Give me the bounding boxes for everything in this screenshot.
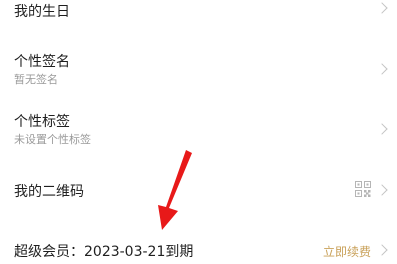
birthday-label: 我的生日 <box>14 4 70 20</box>
qr-code-icon <box>355 181 371 197</box>
profile-settings-list: 我的生日 个性签名 暂无签名 个性标签 未设置个性标签 我的二维码 超级会员：2… <box>0 0 397 264</box>
signature-value: 暂无签名 <box>14 73 58 86</box>
chevron-right-icon <box>376 184 388 196</box>
vip-expiry-label: 超级会员：2023-03-21到期 <box>14 244 194 260</box>
tags-value: 未设置个性标签 <box>14 133 91 146</box>
row-signature[interactable]: 个性签名 暂无签名 <box>0 44 397 94</box>
row-tags[interactable]: 个性标签 未设置个性标签 <box>0 104 397 154</box>
renew-button[interactable]: 立即续费 <box>323 243 371 260</box>
chevron-right-icon <box>376 123 388 135</box>
row-birthday[interactable]: 我的生日 <box>0 0 397 26</box>
chevron-right-icon <box>376 244 388 256</box>
row-vip[interactable]: 超级会员：2023-03-21到期 立即续费 <box>0 236 397 264</box>
tags-label: 个性标签 <box>14 114 70 130</box>
red-arrow-annotation <box>158 150 192 230</box>
signature-label: 个性签名 <box>14 54 70 70</box>
qrcode-label: 我的二维码 <box>14 184 84 200</box>
row-qrcode[interactable]: 我的二维码 <box>0 172 397 208</box>
chevron-right-icon <box>376 2 388 14</box>
chevron-right-icon <box>376 63 388 75</box>
